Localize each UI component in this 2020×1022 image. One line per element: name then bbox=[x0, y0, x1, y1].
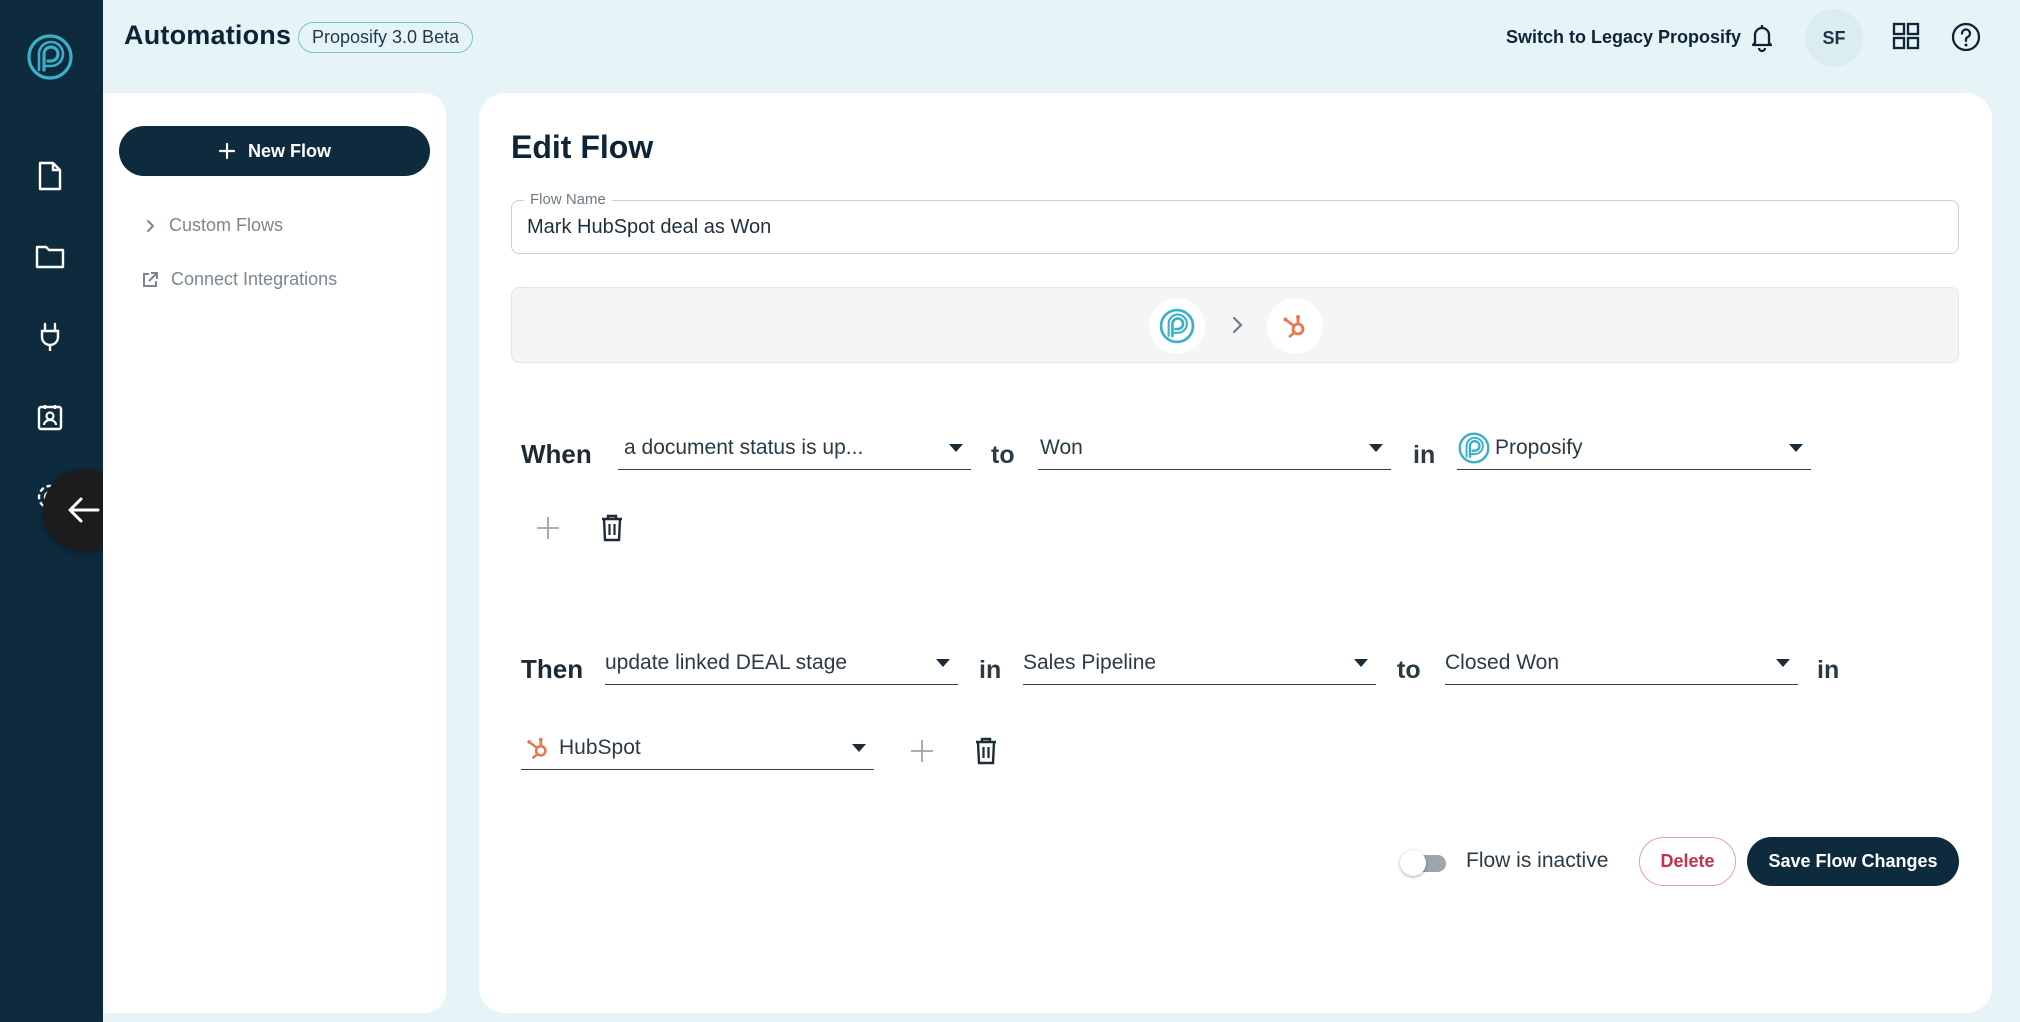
plus-icon bbox=[911, 740, 933, 762]
status-value: Won bbox=[1040, 435, 1083, 459]
delete-button[interactable]: Delete bbox=[1639, 837, 1736, 886]
hubspot-integration-icon bbox=[1267, 298, 1323, 354]
flow-name-field[interactable]: Flow Name Mark HubSpot deal as Won bbox=[511, 191, 1959, 254]
user-avatar[interactable]: SF bbox=[1805, 9, 1863, 67]
automations-side-panel: New Flow Custom Flows Connect Integratio… bbox=[103, 93, 446, 1013]
action-value: update linked DEAL stage bbox=[605, 650, 848, 674]
custom-flows-item[interactable]: Custom Flows bbox=[145, 215, 283, 236]
bell-icon[interactable] bbox=[1747, 22, 1777, 53]
delete-trigger-button[interactable] bbox=[595, 511, 629, 545]
target-select[interactable]: HubSpot bbox=[521, 726, 874, 770]
in-keyword: in bbox=[1817, 656, 1840, 684]
in-keyword: in bbox=[1413, 441, 1436, 469]
caret-down-icon bbox=[1776, 659, 1790, 667]
external-link-icon bbox=[143, 271, 158, 287]
caret-down-icon bbox=[1354, 659, 1368, 667]
trash-icon bbox=[602, 514, 622, 542]
apps-grid-icon[interactable] bbox=[1892, 22, 1922, 52]
proposify-integration-icon bbox=[1149, 298, 1205, 354]
connect-integrations-link[interactable]: Connect Integrations bbox=[141, 269, 337, 290]
caret-down-icon bbox=[852, 744, 866, 752]
source-value: Proposify bbox=[1495, 435, 1583, 459]
stage-select[interactable]: Closed Won bbox=[1445, 641, 1798, 685]
caret-down-icon bbox=[936, 659, 950, 667]
add-trigger-button[interactable] bbox=[531, 511, 565, 545]
flow-name-label: Flow Name bbox=[524, 191, 612, 208]
pipeline-value: Sales Pipeline bbox=[1023, 650, 1157, 674]
page-header-title: Automations bbox=[124, 20, 292, 50]
folder-icon[interactable] bbox=[35, 241, 65, 271]
toggle-knob bbox=[1400, 850, 1426, 876]
in-keyword: in bbox=[979, 656, 1002, 684]
new-flow-label: New Flow bbox=[247, 140, 331, 161]
delete-action-button[interactable] bbox=[969, 734, 1003, 768]
switch-legacy-link[interactable]: Switch to Legacy Proposify bbox=[1506, 27, 1741, 48]
flow-name-value[interactable]: Mark HubSpot deal as Won bbox=[527, 216, 771, 239]
plus-icon bbox=[218, 142, 236, 160]
caret-down-icon bbox=[1369, 444, 1383, 452]
document-icon[interactable] bbox=[35, 161, 65, 191]
status-select[interactable]: Won bbox=[1038, 426, 1391, 470]
trigger-select[interactable]: a document status is up... bbox=[618, 426, 971, 470]
when-keyword: When bbox=[521, 439, 592, 469]
connect-integrations-label: Connect Integrations bbox=[171, 269, 338, 289]
trigger-value: a document status is up... bbox=[624, 435, 864, 459]
custom-flows-label: Custom Flows bbox=[169, 215, 284, 235]
target-value: HubSpot bbox=[559, 735, 641, 759]
arrow-left-icon bbox=[68, 497, 100, 523]
beta-badge: Proposify 3.0 Beta bbox=[298, 22, 474, 53]
contact-card-icon[interactable] bbox=[35, 402, 65, 432]
plus-icon bbox=[537, 517, 559, 539]
hubspot-icon bbox=[527, 737, 547, 759]
action-select[interactable]: update linked DEAL stage bbox=[605, 641, 958, 685]
page-title: Edit Flow bbox=[511, 129, 654, 165]
edit-flow-card: Edit Flow Flow Name Mark HubSpot deal as… bbox=[479, 93, 1992, 1013]
flow-active-toggle[interactable] bbox=[1400, 850, 1448, 876]
source-select[interactable]: Proposify bbox=[1457, 426, 1811, 470]
then-keyword: Then bbox=[521, 654, 584, 684]
to-keyword: to bbox=[991, 441, 1015, 469]
chevron-right-icon bbox=[147, 219, 155, 232]
trash-icon bbox=[976, 737, 996, 765]
stage-value: Closed Won bbox=[1445, 650, 1560, 674]
plug-icon[interactable] bbox=[35, 322, 65, 352]
caret-down-icon bbox=[1789, 444, 1803, 452]
new-flow-button[interactable]: New Flow bbox=[119, 126, 430, 176]
integration-strip bbox=[511, 287, 1959, 363]
caret-down-icon bbox=[949, 444, 963, 452]
flow-status-text: Flow is inactive bbox=[1466, 849, 1609, 872]
proposify-icon bbox=[1458, 432, 1490, 463]
proposify-logo-icon[interactable] bbox=[25, 32, 75, 82]
to-keyword: to bbox=[1397, 656, 1421, 684]
save-flow-changes-button[interactable]: Save Flow Changes bbox=[1747, 837, 1959, 886]
chevron-right-icon bbox=[1224, 312, 1250, 338]
add-action-button[interactable] bbox=[905, 734, 939, 768]
pipeline-select[interactable]: Sales Pipeline bbox=[1023, 641, 1376, 685]
help-icon[interactable] bbox=[1950, 21, 1982, 53]
